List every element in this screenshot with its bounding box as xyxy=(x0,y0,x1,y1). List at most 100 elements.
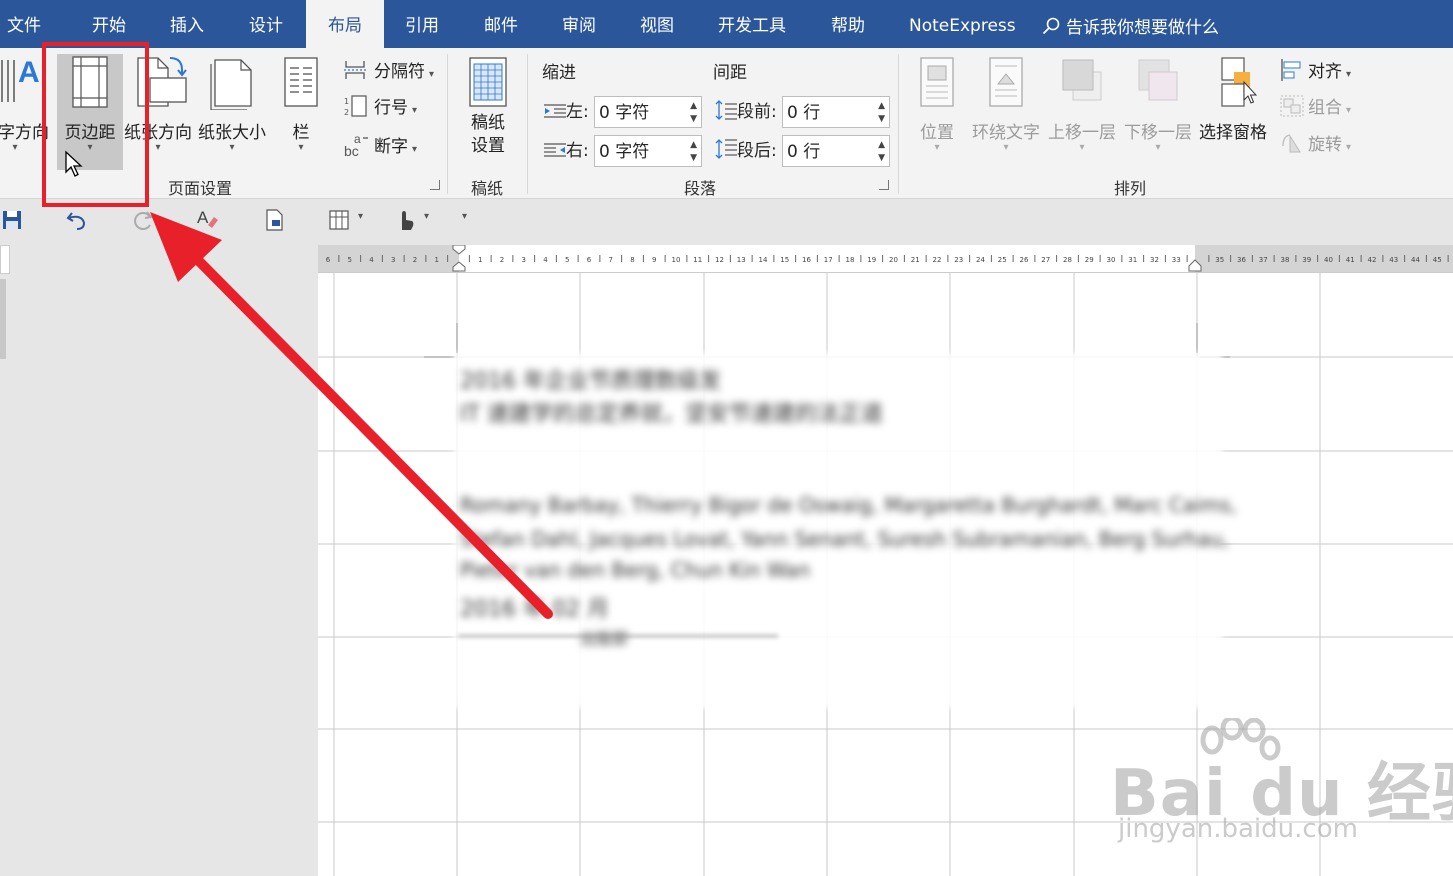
ruler-scale: 6 5 4 3 2 1 1 2 3 4 5 6 7 8 9 10 11 12 13 14 15 16 17 18 19 20 21 2… xyxy=(326,255,1449,264)
spacing-after-field[interactable]: 0 行 ▲ ▼ xyxy=(782,135,890,167)
ruler-tick-label: 3 xyxy=(391,256,395,264)
align-icon xyxy=(1281,59,1301,81)
ruler-tick-label: 24 xyxy=(976,256,985,264)
chevron-down-icon: ▾ xyxy=(1346,69,1352,80)
selection-pane-button[interactable]: 选择窗格 xyxy=(1197,54,1269,164)
quick-access-toolbar: A ▾ ▾ ▾ xyxy=(0,199,1453,243)
indent-right-value: 0 字符 xyxy=(599,142,650,162)
redo-icon[interactable] xyxy=(132,209,154,231)
wrap-text-icon xyxy=(989,57,1023,107)
ruler-tick-label: 12 xyxy=(715,256,724,264)
group-divider xyxy=(527,54,528,194)
page-setup-group-label: 页面设置 xyxy=(168,179,233,198)
group-objects-button[interactable]: 组合 ▾ xyxy=(1280,95,1351,121)
spacing-title: 间距 xyxy=(713,63,747,83)
chevron-down-icon: ▾ xyxy=(412,144,418,155)
chevron-down-icon[interactable]: ▾ xyxy=(424,211,429,222)
chevron-down-icon: ▾ xyxy=(1346,105,1352,116)
horizontal-ruler[interactable]: 6 5 4 3 2 1 1 2 3 4 5 6 7 8 9 10 11 12 13 14 15 16 17 18 19 20 21 2… xyxy=(318,245,1453,273)
bring-forward-button[interactable]: 上移一层 ▾ xyxy=(1046,54,1118,164)
indent-right-field[interactable]: 0 字符 ▲ ▼ xyxy=(594,135,702,167)
ruler-tick-label: 9 xyxy=(652,256,656,264)
ruler-tick-label: 17 xyxy=(824,256,833,264)
spin-up-icon[interactable]: ▲ xyxy=(878,141,885,150)
manuscript-settings-label: 稿纸 设置 xyxy=(471,113,505,156)
svg-text:A: A xyxy=(197,208,209,227)
line-numbers-icon: 12 xyxy=(344,95,367,117)
align-button[interactable]: 对齐 ▾ xyxy=(1280,59,1351,85)
group-objects-icon xyxy=(1280,95,1304,117)
position-button[interactable]: 位置 ▾ xyxy=(910,54,964,164)
tab-review[interactable]: 审阅 xyxy=(562,0,596,48)
hyphenation-label: 断字 xyxy=(374,137,408,157)
spin-down-icon[interactable]: ▼ xyxy=(878,154,885,163)
search-icon xyxy=(1042,17,1060,35)
wrap-text-button[interactable]: 环绕文字 ▾ xyxy=(970,54,1042,164)
tab-view[interactable]: 视图 xyxy=(640,0,674,48)
manuscript-settings-button[interactable]: 稿纸 设置 xyxy=(458,54,518,166)
tab-developer[interactable]: 开发工具 xyxy=(718,0,786,48)
columns-button[interactable]: 栏 ▾ xyxy=(278,54,324,164)
hyphenation-button[interactable]: a bc 断字 ▾ xyxy=(344,132,418,159)
breaks-button[interactable]: 分隔符 ▾ xyxy=(344,59,434,85)
ruler-tick-label: 2 xyxy=(413,256,417,264)
tab-references[interactable]: 引用 xyxy=(405,0,439,48)
send-backward-button[interactable]: 下移一层 ▾ xyxy=(1122,54,1194,164)
tab-mailings[interactable]: 邮件 xyxy=(484,0,518,48)
indent-left-field[interactable]: 0 字符 ▲ ▼ xyxy=(594,96,702,128)
ruler-tick-label: 35 xyxy=(1215,256,1224,264)
baidu-watermark: Bai du 经验 jingyan.baidu.com xyxy=(1110,718,1453,858)
tell-me-text: 告诉我你想要做什么 xyxy=(1066,18,1219,38)
paragraph-launcher-icon[interactable] xyxy=(879,180,889,190)
text-direction-icon: A xyxy=(1,56,40,102)
spacing-before-field[interactable]: 0 行 ▲ ▼ xyxy=(782,96,890,128)
touch-mode-icon[interactable] xyxy=(394,208,416,232)
ruler-tick-label: 5 xyxy=(565,256,569,264)
spin-up-icon[interactable]: ▲ xyxy=(878,102,885,111)
group-objects-label: 组合 xyxy=(1308,98,1342,118)
ruler-tick-label: 14 xyxy=(759,256,768,264)
vertical-ruler-corner xyxy=(0,245,10,274)
right-indent-marker[interactable] xyxy=(1188,259,1202,272)
arrange-group-label: 排列 xyxy=(1114,179,1147,198)
tab-design[interactable]: 设计 xyxy=(249,0,283,48)
spacing-after-label: 段后: xyxy=(715,135,777,167)
table-icon[interactable] xyxy=(328,209,350,231)
line-numbers-button[interactable]: 1 2 行号 ▾ xyxy=(344,95,417,121)
chevron-down-icon: ▾ xyxy=(412,105,418,116)
tell-me-search[interactable]: 告诉我你想要做什么 xyxy=(1042,0,1219,48)
ruler-tick-label: 26 xyxy=(1020,256,1029,264)
tab-file[interactable]: 文件 xyxy=(7,0,41,48)
chevron-down-icon[interactable]: ▾ xyxy=(358,211,363,222)
spin-down-icon[interactable]: ▼ xyxy=(878,115,885,124)
customize-qat-icon[interactable]: ▾ xyxy=(462,211,467,222)
spin-down-icon[interactable]: ▼ xyxy=(690,115,697,124)
selection-pane-label: 选择窗格 xyxy=(1199,123,1267,143)
spin-down-icon[interactable]: ▼ xyxy=(690,154,697,163)
first-line-indent-marker[interactable] xyxy=(452,245,466,272)
ruler-tick-label: 21 xyxy=(911,256,920,264)
svg-text:2: 2 xyxy=(344,108,349,117)
size-button[interactable]: 纸张大小 ▾ xyxy=(196,54,268,164)
tab-layout[interactable]: 布局 xyxy=(306,0,384,48)
clear-formatting-icon[interactable]: A xyxy=(196,207,220,231)
spin-up-icon[interactable]: ▲ xyxy=(690,141,697,150)
document-icon[interactable] xyxy=(264,208,286,232)
save-icon[interactable] xyxy=(2,210,22,230)
manuscript-group-label: 稿纸 xyxy=(471,179,504,198)
tab-help[interactable]: 帮助 xyxy=(831,0,865,48)
vertical-scroll-marker[interactable] xyxy=(0,279,6,359)
tab-home[interactable]: 开始 xyxy=(92,0,126,48)
ruler-tick-label: 18 xyxy=(846,256,855,264)
tab-noteexpress[interactable]: NoteExpress xyxy=(909,0,1016,48)
ruler-tick-label: 28 xyxy=(1063,256,1072,264)
page-setup-launcher-icon[interactable] xyxy=(430,180,440,190)
ruler-tick-label: 8 xyxy=(630,256,634,264)
undo-icon[interactable] xyxy=(66,209,88,231)
tab-insert[interactable]: 插入 xyxy=(170,0,204,48)
spacing-before-label: 段前: xyxy=(715,96,777,128)
spin-up-icon[interactable]: ▲ xyxy=(690,102,697,111)
chevron-down-icon: ▾ xyxy=(229,142,235,153)
ribbon-layout: A 文字方向 ▾ 页边距 ▾ 纸张方向 ▾ 纸张大小 xyxy=(0,48,1453,199)
rotate-button[interactable]: 旋转 ▾ xyxy=(1280,132,1351,158)
